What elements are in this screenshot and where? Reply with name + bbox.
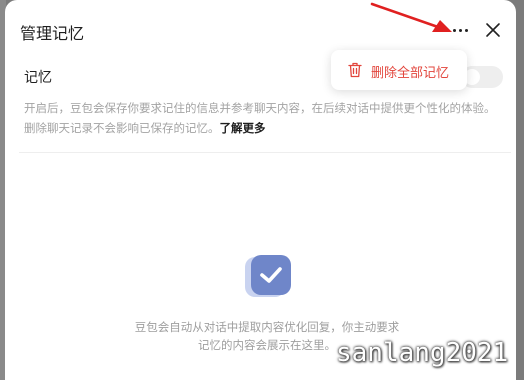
ellipsis-dot	[464, 28, 468, 32]
close-icon[interactable]	[483, 20, 503, 40]
more-options-menu: 删除全部记忆	[331, 50, 467, 90]
red-arrow-annotation	[370, 2, 452, 32]
memory-check-icon	[245, 255, 291, 297]
divider	[19, 152, 511, 153]
watermark: sanlang2021	[336, 338, 509, 368]
trash-icon	[348, 62, 362, 78]
dialog-title: 管理记忆	[20, 24, 85, 43]
memory-description: 开启后，豆包会保存你要求记住的信息并参考聊天内容，在后续对话中提供更个性化的体验…	[24, 98, 506, 138]
delete-all-memory-label: 删除全部记忆	[371, 66, 450, 81]
delete-all-memory-item[interactable]: 删除全部记忆	[331, 50, 467, 90]
learn-more-link[interactable]: 了解更多	[220, 121, 266, 135]
memory-section-label: 记忆	[24, 70, 52, 86]
memory-toggle[interactable]	[461, 66, 503, 88]
empty-state-line1: 豆包会自动从对话中提取内容优化回复，你主动要求	[134, 320, 400, 334]
